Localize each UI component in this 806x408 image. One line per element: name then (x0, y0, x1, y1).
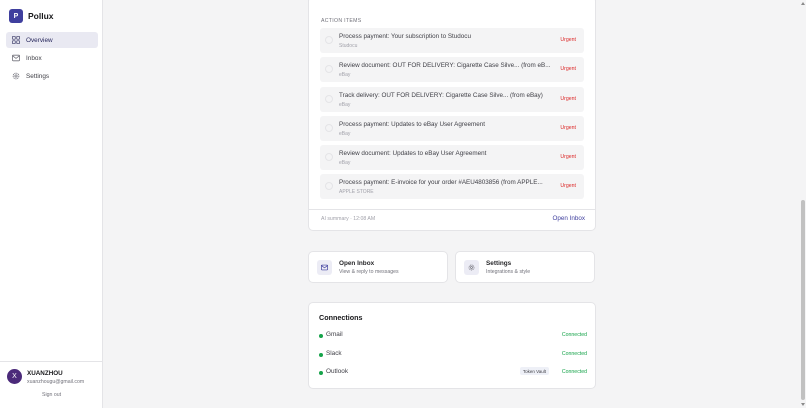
status-badge: Connected (561, 368, 587, 375)
open-inbox-link[interactable]: Open Inbox (552, 215, 585, 222)
mail-icon (317, 260, 332, 275)
checkbox[interactable] (325, 94, 333, 103)
urgent-badge: Urgent (560, 183, 576, 190)
checkbox[interactable] (325, 123, 333, 132)
quick-action-title: Settings (486, 260, 512, 267)
brand-logo: P (9, 9, 23, 23)
quick-action-settings[interactable]: Settings Integrations & style (455, 251, 595, 283)
brand-name: Pollux (28, 11, 54, 21)
item-source: eBay (339, 101, 351, 108)
brand[interactable]: P Pollux (9, 9, 54, 23)
checkbox[interactable] (325, 153, 333, 162)
status-badge: Connected (561, 350, 587, 357)
connection-row-gmail: Gmail Connected (319, 331, 587, 341)
scroll-down-arrow-icon[interactable] (801, 403, 805, 406)
action-items-list: Process payment: Your subscription to St… (320, 28, 584, 204)
scrollbar[interactable] (800, 0, 806, 408)
quick-action-title: Open Inbox (339, 260, 375, 267)
ai-summary-timestamp: AI summary · 12:08 AM (321, 216, 376, 222)
item-source: APPLE STORE (339, 189, 374, 196)
urgent-badge: Urgent (560, 124, 576, 131)
item-source: eBay (339, 160, 351, 167)
quick-action-open-inbox[interactable]: Open Inbox View & reply to messages (308, 251, 448, 283)
status-badge: Connected (561, 331, 587, 338)
connections-title: Connections (319, 313, 363, 322)
connection-row-outlook: Outlook Token Vault Connected (319, 367, 587, 378)
item-title: Process payment: Updates to eBay User Ag… (339, 120, 485, 128)
urgent-badge: Urgent (560, 37, 576, 43)
list-item[interactable]: Process payment: Your subscription to St… (320, 28, 584, 53)
list-item[interactable]: Review document: OUT FOR DELIVERY: Cigar… (320, 57, 584, 83)
sidebar: P Pollux Overview Inbox Settings X XUANZ… (0, 0, 103, 408)
scrollbar-thumb[interactable] (801, 200, 805, 400)
list-item[interactable]: Review document: Updates to eBay User Ag… (320, 145, 584, 171)
item-source: eBay (339, 72, 351, 79)
item-title: Track delivery: OUT FOR DELIVERY: Cigare… (339, 91, 543, 99)
status-dot (319, 370, 323, 375)
sidebar-item-label: Settings (26, 72, 50, 80)
checkbox[interactable] (325, 65, 333, 74)
checkbox[interactable] (325, 36, 333, 44)
urgent-badge: Urgent (560, 154, 576, 161)
sidebar-item-inbox[interactable]: Inbox (6, 50, 98, 66)
gear-icon (12, 72, 20, 80)
sidebar-item-label: Overview (26, 36, 53, 44)
grid-icon (12, 36, 20, 44)
avatar[interactable]: X (7, 369, 22, 384)
urgent-badge: Urgent (560, 95, 576, 102)
divider (309, 209, 595, 210)
item-title: Process payment: Your subscription to St… (339, 33, 471, 40)
action-items-card: ACTION ITEMS Process payment: Your subsc… (308, 0, 596, 231)
checkbox[interactable] (325, 182, 333, 191)
quick-action-subtitle: View & reply to messages (339, 269, 399, 275)
list-item[interactable]: Process payment: E-invoice for your orde… (320, 174, 584, 200)
token-vault-tag: Token Vault (519, 367, 549, 375)
sidebar-item-settings[interactable]: Settings (6, 68, 98, 84)
mail-icon (12, 54, 20, 62)
item-source: Studocu (339, 43, 358, 49)
sidebar-item-overview[interactable]: Overview (6, 32, 98, 48)
scroll-up-arrow-icon[interactable] (801, 2, 805, 5)
sign-out-button[interactable]: Sign out (42, 392, 61, 398)
sidebar-item-label: Inbox (26, 54, 42, 62)
item-title: Process payment: E-invoice for your orde… (339, 179, 543, 187)
sidebar-nav: Overview Inbox Settings (6, 32, 98, 86)
connections-card: Connections Gmail Connected Slack Connec… (308, 302, 596, 389)
section-label: ACTION ITEMS (321, 18, 362, 24)
connection-row-slack: Slack Connected (319, 350, 587, 360)
user-email: xuanzhougu@gmail.com (27, 379, 85, 385)
user-name: XUANZHOU (27, 370, 63, 377)
status-dot (319, 352, 323, 357)
list-item[interactable]: Track delivery: OUT FOR DELIVERY: Cigare… (320, 86, 584, 112)
gear-icon (464, 260, 479, 275)
item-source: eBay (339, 130, 351, 137)
connection-name: Slack (326, 350, 342, 357)
list-item[interactable]: Process payment: Updates to eBay User Ag… (320, 115, 584, 141)
item-title: Review document: Updates to eBay User Ag… (339, 150, 487, 158)
item-title: Review document: OUT FOR DELIVERY: Cigar… (339, 62, 551, 70)
status-dot (319, 333, 323, 338)
main-content: ACTION ITEMS Process payment: Your subsc… (104, 0, 806, 408)
connection-name: Outlook (326, 368, 349, 375)
urgent-badge: Urgent (560, 66, 576, 73)
connection-name: Gmail (326, 331, 343, 338)
user-panel: X XUANZHOU xuanzhougu@gmail.com Sign out (0, 361, 103, 408)
quick-action-subtitle: Integrations & style (486, 269, 531, 275)
